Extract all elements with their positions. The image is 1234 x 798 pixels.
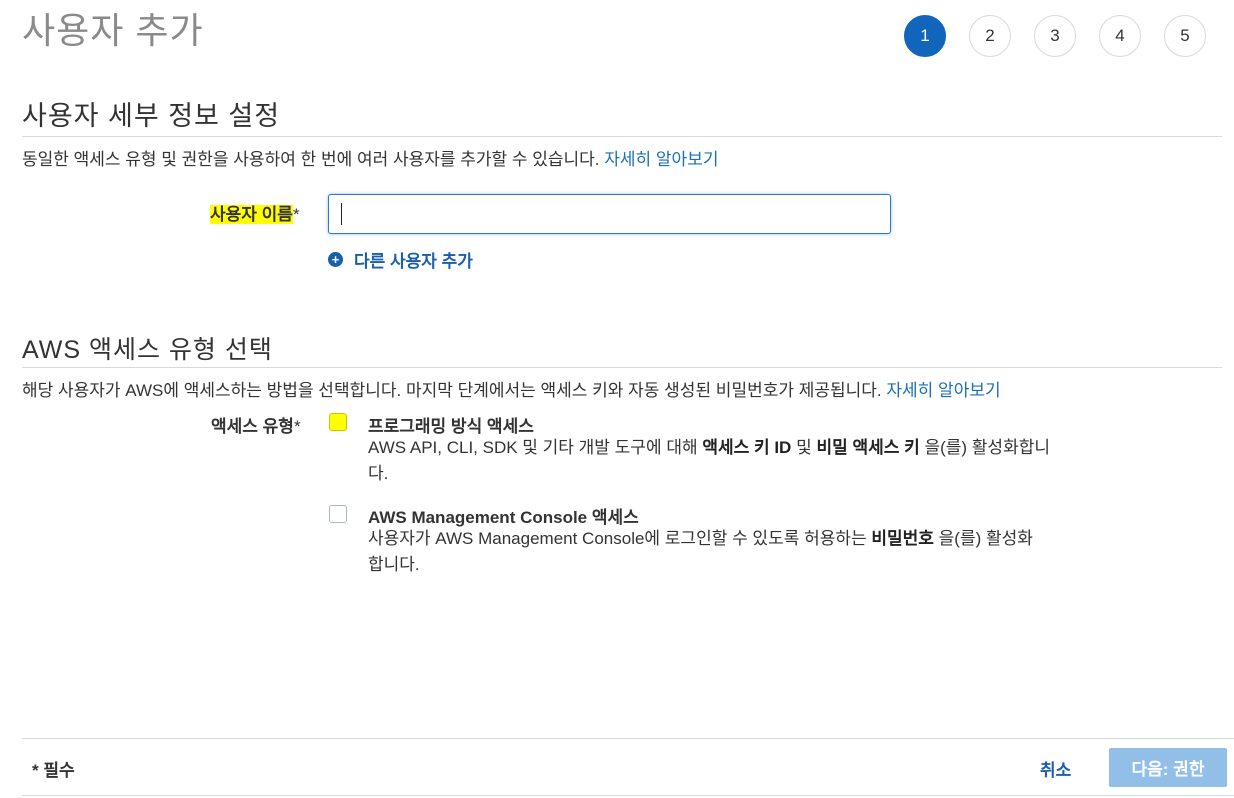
plus-circle-icon: + [328, 252, 343, 267]
console-access-description: 사용자가 AWS Management Console에 로그인할 수 있도록 … [368, 526, 1048, 578]
cancel-button[interactable]: 취소 [1040, 756, 1071, 781]
next-permissions-button[interactable]: 다음: 권한 [1109, 748, 1227, 787]
username-input[interactable] [328, 194, 891, 234]
footer-divider [22, 738, 1234, 739]
required-asterisk: * [293, 417, 301, 436]
access-type-heading: AWS 액세스 유형 선택 [22, 336, 273, 364]
step-1[interactable]: 1 [904, 15, 946, 57]
access-type-label-text: 액세스 유형 [211, 417, 294, 436]
access-type-description-text: 해당 사용자가 AWS에 액세스하는 방법을 선택합니다. 마지막 단계에서는 … [22, 381, 882, 400]
divider [22, 136, 1222, 137]
page-title: 사용자 추가 [22, 10, 204, 51]
access-type-label: 액세스 유형* [211, 412, 301, 437]
username-label: 사용자 이름* [210, 200, 300, 225]
required-note: * 필수 [32, 761, 75, 780]
divider [22, 367, 1222, 368]
required-asterisk: * [292, 205, 300, 224]
add-another-user-label: 다른 사용자 추가 [354, 252, 473, 271]
user-details-description: 동일한 액세스 유형 및 권한을 사용하여 한 번에 여러 사용자를 추가할 수… [22, 145, 718, 170]
add-another-user-button[interactable]: + 다른 사용자 추가 [328, 247, 473, 272]
learn-more-link[interactable]: 자세히 알아보기 [886, 381, 1000, 400]
desc-text: 및 [791, 438, 817, 457]
user-details-description-text: 동일한 액세스 유형 및 권한을 사용하여 한 번에 여러 사용자를 추가할 수… [22, 150, 600, 169]
access-type-description: 해당 사용자가 AWS에 액세스하는 방법을 선택합니다. 마지막 단계에서는 … [22, 376, 1001, 401]
console-access-title: AWS Management Console 액세스 [368, 508, 639, 527]
text-cursor [341, 203, 342, 225]
desc-text: AWS API, CLI, SDK 및 기타 개발 도구에 대해 [368, 438, 703, 457]
footer-bottom-divider [22, 795, 1234, 796]
access-key-id-text: 액세스 키 ID [702, 438, 792, 457]
user-details-heading: 사용자 세부 정보 설정 [22, 101, 281, 131]
username-label-text: 사용자 이름 [210, 205, 293, 224]
programmatic-access-title: 프로그래밍 방식 액세스 [368, 417, 534, 436]
desc-text: 사용자가 AWS Management Console에 로그인할 수 있도록 … [368, 529, 872, 548]
secret-access-key-text: 비밀 액세스 키 [816, 438, 920, 457]
programmatic-access-description: AWS API, CLI, SDK 및 기타 개발 도구에 대해 액세스 키 I… [368, 435, 1058, 487]
step-4[interactable]: 4 [1099, 15, 1141, 57]
password-text: 비밀번호 [871, 529, 934, 548]
wizard-steps: 1 2 3 4 5 [904, 15, 1229, 57]
step-2[interactable]: 2 [969, 15, 1011, 57]
programmatic-access-checkbox[interactable] [329, 413, 347, 431]
console-access-checkbox[interactable] [329, 505, 347, 523]
learn-more-link[interactable]: 자세히 알아보기 [604, 150, 718, 169]
step-5[interactable]: 5 [1164, 15, 1206, 57]
step-3[interactable]: 3 [1034, 15, 1076, 57]
